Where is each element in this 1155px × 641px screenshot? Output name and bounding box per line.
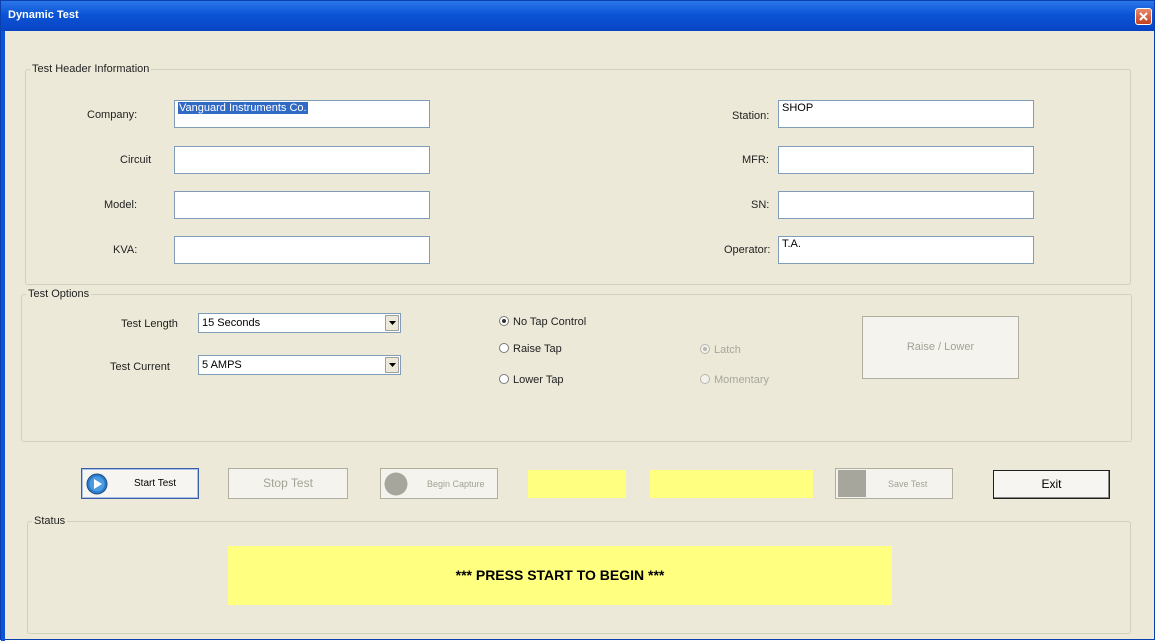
- station-label: Station:: [732, 110, 770, 122]
- close-icon: [1139, 12, 1148, 21]
- radio-indicator: [499, 374, 509, 384]
- window-title: Dynamic Test: [8, 9, 79, 21]
- mfr-field[interactable]: [778, 146, 1034, 174]
- kva-field[interactable]: [174, 236, 430, 264]
- test-length-value: 15 Seconds: [202, 317, 261, 329]
- status-legend: Status: [34, 515, 66, 527]
- status-message: *** PRESS START TO BEGIN ***: [455, 567, 665, 583]
- company-label: Company:: [87, 109, 138, 121]
- title-bar[interactable]: Dynamic Test: [1, 1, 1154, 31]
- radio-raise-tap[interactable]: Raise Tap: [499, 343, 562, 355]
- start-test-button[interactable]: Start Test: [81, 468, 199, 499]
- status-message-box: *** PRESS START TO BEGIN ***: [228, 546, 892, 605]
- mfr-label: MFR:: [742, 154, 769, 166]
- test-length-dropdown-button[interactable]: [385, 315, 399, 331]
- chevron-down-icon: [389, 363, 396, 367]
- sn-field[interactable]: [778, 191, 1034, 219]
- window-border-left: [1, 31, 5, 641]
- radio-indicator: [700, 374, 710, 384]
- dynamic-test-window: Dynamic Test Test Header Information Com…: [0, 0, 1155, 641]
- station-value: SHOP: [782, 102, 814, 114]
- station-field[interactable]: SHOP: [778, 100, 1034, 128]
- radio-latch[interactable]: Latch: [700, 344, 741, 356]
- radio-no-tap-control[interactable]: No Tap Control: [499, 316, 586, 328]
- radio-label: Momentary: [714, 374, 770, 386]
- test-header-legend: Test Header Information: [32, 63, 150, 75]
- save-test-label: Save Test: [888, 479, 928, 489]
- model-label: Model:: [104, 199, 138, 211]
- test-length-label: Test Length: [121, 318, 178, 330]
- test-length-select[interactable]: 15 Seconds: [198, 313, 401, 333]
- stop-test-label: Stop Test: [263, 476, 313, 490]
- start-test-label: Start Test: [134, 478, 177, 489]
- chevron-down-icon: [389, 321, 396, 325]
- raise-lower-button[interactable]: Raise / Lower: [862, 316, 1019, 379]
- status-indicator-2: [650, 470, 813, 498]
- radio-indicator: [499, 316, 509, 326]
- begin-capture-label: Begin Capture: [427, 479, 485, 489]
- radio-label: No Tap Control: [513, 316, 587, 328]
- test-options-legend: Test Options: [28, 288, 90, 300]
- radio-indicator: [499, 343, 509, 353]
- radio-lower-tap[interactable]: Lower Tap: [499, 374, 564, 386]
- stop-test-button[interactable]: Stop Test: [228, 468, 348, 499]
- operator-field[interactable]: T.A.: [778, 236, 1034, 264]
- operator-label: Operator:: [724, 244, 771, 256]
- record-icon: [384, 472, 408, 496]
- save-icon: [838, 470, 866, 497]
- save-test-button[interactable]: Save Test: [835, 468, 953, 499]
- model-field[interactable]: [174, 191, 430, 219]
- sn-label: SN:: [751, 199, 770, 211]
- radio-label: Latch: [714, 344, 741, 356]
- test-current-dropdown-button[interactable]: [385, 357, 399, 373]
- circuit-field[interactable]: [174, 146, 430, 174]
- close-button[interactable]: [1135, 8, 1152, 25]
- test-current-value: 5 AMPS: [202, 359, 242, 371]
- exit-button[interactable]: Exit: [993, 470, 1110, 499]
- radio-label: Lower Tap: [513, 374, 564, 386]
- kva-label: KVA:: [113, 244, 138, 256]
- radio-label: Raise Tap: [513, 343, 562, 355]
- radio-momentary[interactable]: Momentary: [700, 374, 769, 386]
- status-indicator-1: [528, 470, 626, 498]
- radio-indicator: [700, 344, 710, 354]
- operator-value: T.A.: [782, 238, 801, 250]
- exit-label: Exit: [1041, 477, 1062, 491]
- test-current-label: Test Current: [110, 361, 170, 373]
- company-value: Vanguard Instruments Co.: [178, 102, 308, 114]
- company-field[interactable]: Vanguard Instruments Co.: [174, 100, 430, 128]
- play-icon: [86, 473, 108, 495]
- test-current-select[interactable]: 5 AMPS: [198, 355, 401, 375]
- raise-lower-label: Raise / Lower: [906, 341, 975, 353]
- begin-capture-button[interactable]: Begin Capture: [380, 468, 498, 499]
- circuit-label: Circuit: [120, 154, 152, 166]
